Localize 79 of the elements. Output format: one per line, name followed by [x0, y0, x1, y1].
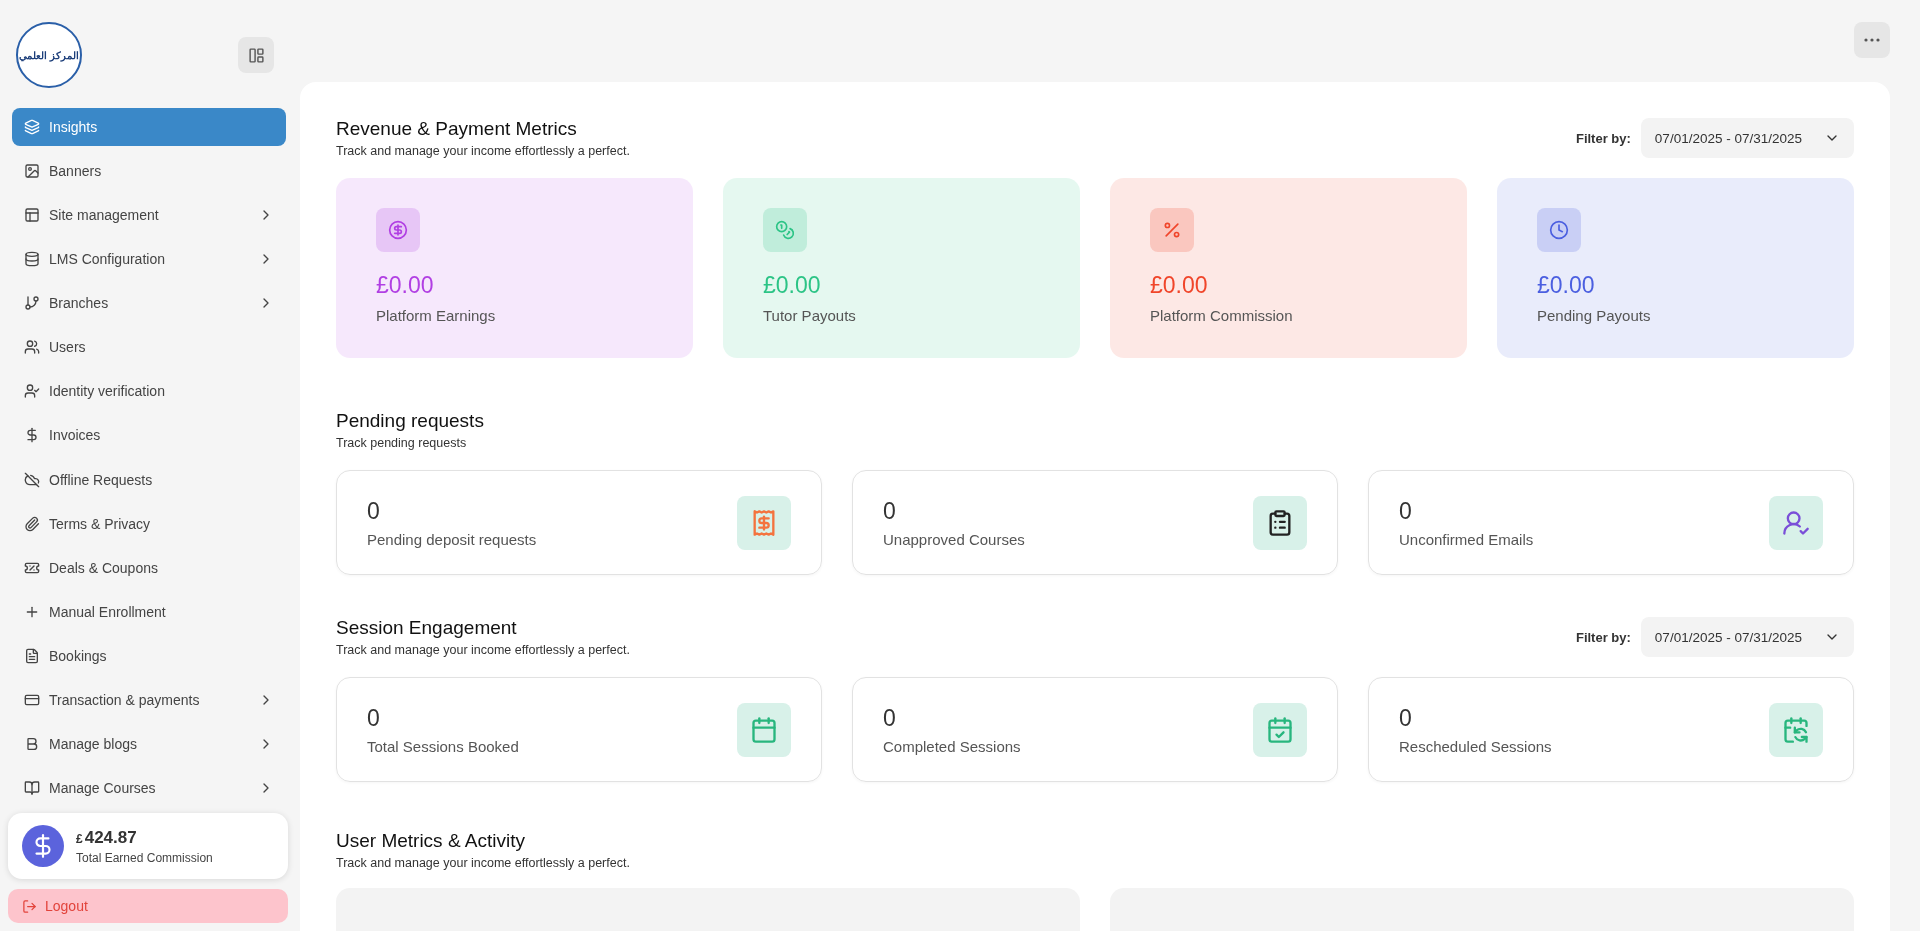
calendar-sync-icon — [1769, 702, 1823, 757]
cloud-off-icon — [24, 471, 40, 488]
sidebar-item[interactable]: Offline Requests — [12, 460, 286, 499]
sidebar-item[interactable]: Terms & Privacy — [12, 504, 286, 543]
section-subtitle: Track pending requests — [336, 436, 468, 450]
file-icon — [24, 647, 40, 664]
sidebar-item[interactable]: Invoices — [12, 416, 286, 455]
metric-amount: £0.00 — [1150, 272, 1209, 299]
paperclip-icon — [24, 515, 40, 532]
clock-icon — [1537, 208, 1581, 252]
more-icon — [1864, 38, 1880, 42]
sidebar-item[interactable]: Banners — [12, 152, 286, 191]
person-icon — [1769, 495, 1823, 550]
sidebar-item[interactable]: Identity verification — [12, 372, 286, 411]
layout-icon — [24, 207, 40, 224]
branch-icon — [24, 295, 40, 312]
metric-label: Platform Earnings — [376, 307, 497, 324]
stat-label: Total Sessions Booked — [367, 737, 519, 755]
section-title: Pending requests — [336, 410, 484, 432]
users-icon — [24, 339, 40, 356]
stat-label: Pending deposit requests — [367, 530, 537, 548]
letter-b-icon — [24, 735, 40, 752]
database-icon — [24, 251, 40, 268]
section-subtitle: Track and manage your income effortlessly a perfect. — [336, 144, 630, 158]
sidebar-item[interactable]: Users — [12, 328, 286, 367]
stat-value: 0 — [883, 497, 897, 525]
filter-label: Filter by: — [1575, 629, 1631, 645]
section-subtitle: Track and manage your income effortlessly a perfect. — [336, 856, 630, 870]
stat-label: Completed Sessions — [883, 737, 1021, 755]
sidebar-item[interactable]: Transaction & payments — [12, 680, 286, 719]
sidebar-item[interactable]: Bookings — [12, 636, 286, 675]
date-range-select[interactable]: 07/01/2025 - 07/31/2025 — [1640, 118, 1854, 158]
calendar-check-icon — [1253, 702, 1307, 757]
logo: المركز العلمي — [16, 22, 82, 88]
metric-label: Tutor Payouts — [763, 307, 857, 324]
sidebar-item[interactable]: Manage blogs — [12, 724, 286, 763]
calendar-icon — [737, 702, 791, 757]
filter-label: Filter by: — [1575, 130, 1631, 146]
sidebar-item[interactable]: Manual Enrollment — [12, 592, 286, 631]
metric-amount: £0.00 — [376, 272, 435, 299]
image-icon — [24, 163, 40, 180]
clipboard-icon — [1253, 495, 1307, 550]
dollar-icon — [376, 208, 420, 252]
stat-label: Rescheduled Sessions — [1399, 737, 1552, 755]
layers-icon — [24, 119, 40, 136]
book-icon — [24, 779, 40, 796]
section-title: User Metrics & Activity — [336, 830, 526, 852]
section-title: Session Engagement — [336, 617, 518, 639]
date-range-select[interactable]: 07/01/2025 - 07/31/2025 — [1640, 617, 1854, 657]
metric-label: Platform Commission — [1150, 307, 1294, 324]
dollar-icon — [24, 427, 40, 444]
stat-value: 0 — [883, 704, 897, 732]
dollar-icon — [22, 825, 64, 867]
metric-amount: £0.00 — [763, 272, 822, 299]
stat-value: 0 — [1399, 704, 1413, 732]
sidebar-item[interactable]: LMS Configuration — [12, 240, 286, 279]
stat-label: Unapproved Courses — [883, 530, 1025, 548]
commission-label: Total Earned Commission — [76, 850, 213, 865]
metric-amount: £0.00 — [1537, 272, 1596, 299]
sidebar-item[interactable]: Deals & Coupons — [12, 548, 286, 587]
section-title: Revenue & Payment Metrics — [336, 118, 578, 140]
metric-label: Pending Payouts — [1537, 307, 1652, 324]
stat-value: 0 — [1399, 497, 1413, 525]
sidebar-item[interactable]: Manage Courses — [12, 768, 286, 807]
stat-value: 0 — [367, 704, 381, 732]
sidebar-toggle-button[interactable] — [238, 37, 274, 73]
coins-icon — [763, 208, 807, 252]
sidebar-item[interactable]: Site management — [12, 196, 286, 235]
stat-label: Unconfirmed Emails — [1399, 530, 1534, 548]
commission-amount: £424.87 — [76, 827, 138, 848]
panel-icon — [247, 46, 265, 64]
sidebar-item[interactable]: Insights — [12, 108, 286, 147]
user-check-icon — [24, 383, 40, 400]
sidebar-item[interactable]: Branches — [12, 284, 286, 323]
receipt-icon — [737, 495, 791, 550]
percent-icon — [1150, 208, 1194, 252]
stat-value: 0 — [367, 497, 381, 525]
section-subtitle: Track and manage your income effortlessly a perfect. — [336, 643, 630, 657]
logout-icon — [22, 898, 37, 914]
